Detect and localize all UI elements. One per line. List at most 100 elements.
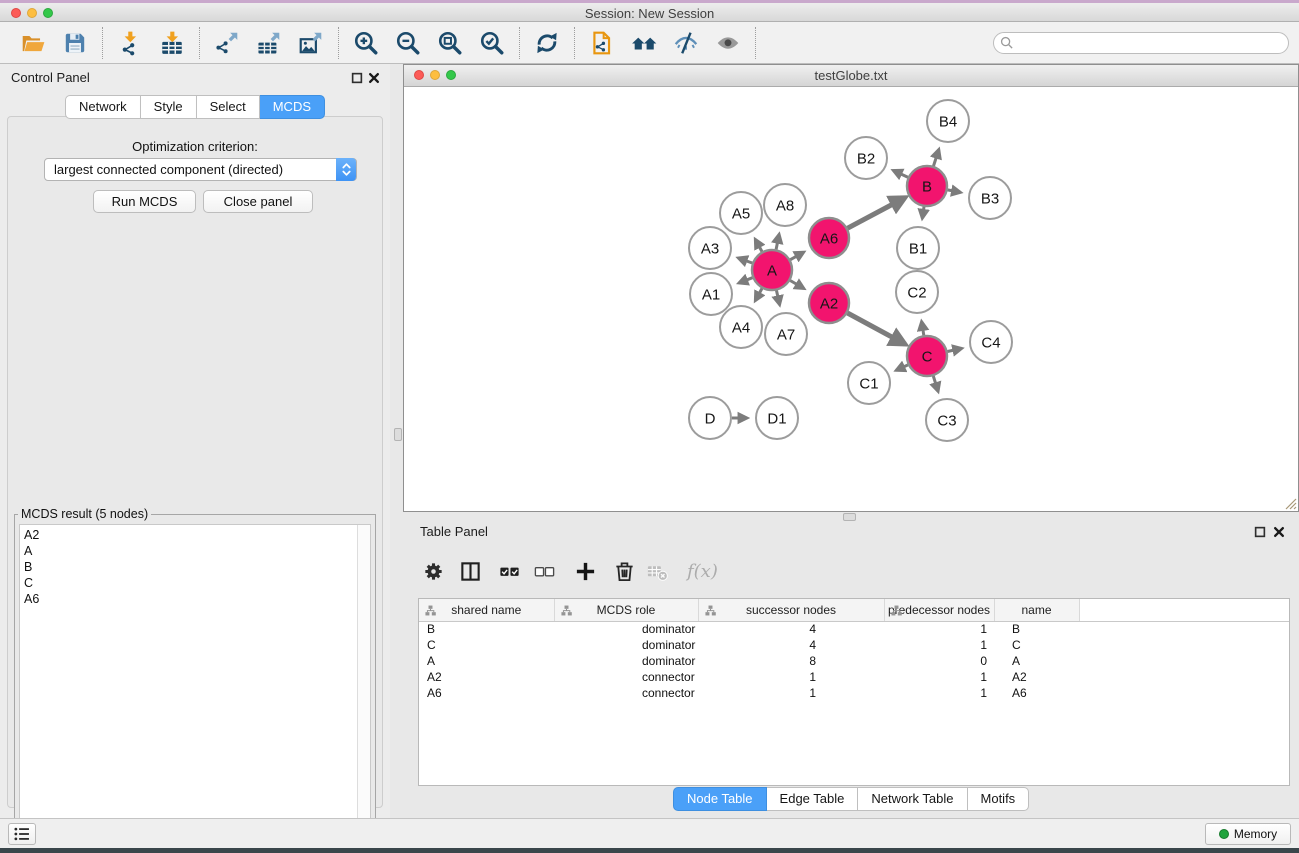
run-mcds-button[interactable]: Run MCDS: [93, 190, 196, 213]
search-input[interactable]: [993, 32, 1289, 54]
graph-node-B2[interactable]: B2: [845, 137, 887, 179]
cell-shared_name[interactable]: A2: [419, 669, 554, 685]
tab-mcds[interactable]: MCDS: [260, 95, 325, 119]
close-panel-button[interactable]: Close panel: [203, 190, 313, 213]
graph-edge-A-A7[interactable]: [777, 291, 780, 305]
graph-edge-A6-B[interactable]: [848, 198, 905, 229]
network-graph[interactable]: B4B2BB3A8A5A6B1A3AC2A1A2A4A7C4CC1C3DD1: [404, 87, 1298, 511]
export-image-button[interactable]: [295, 27, 327, 59]
cell-mcds_role[interactable]: dominator: [554, 637, 698, 653]
cell-successor_nodes[interactable]: 1: [698, 685, 884, 701]
column-header-predecessor-nodes[interactable]: predecessor nodes: [884, 599, 994, 621]
graph-edge-A-A1[interactable]: [739, 278, 753, 283]
cell-mcds_role[interactable]: dominator: [554, 653, 698, 669]
add-column-button[interactable]: [574, 560, 597, 583]
close-panel-icon[interactable]: [368, 72, 380, 84]
cell-mcds_role[interactable]: connector: [554, 669, 698, 685]
graph-edge-B-B4[interactable]: [934, 150, 939, 167]
graph-edge-A-A5[interactable]: [755, 239, 762, 251]
tab-style[interactable]: Style: [141, 95, 197, 119]
graph-node-C3[interactable]: C3: [926, 399, 968, 441]
graph-node-B[interactable]: B: [907, 166, 947, 206]
show-all-button[interactable]: [712, 27, 744, 59]
column-header-shared-name[interactable]: shared name: [419, 599, 554, 621]
graph-edge-A-A4[interactable]: [755, 288, 762, 300]
cell-predecessor_nodes[interactable]: 1: [884, 621, 994, 637]
cell-shared_name[interactable]: A6: [419, 685, 554, 701]
graph-node-A8[interactable]: A8: [764, 184, 806, 226]
table-row-B[interactable]: Bdominator41B: [419, 621, 1290, 637]
tab-node-table[interactable]: Node Table: [673, 787, 767, 811]
column-header-name[interactable]: name: [994, 599, 1079, 621]
graph-edge-C-C2[interactable]: [922, 322, 924, 336]
graph-node-B4[interactable]: B4: [927, 100, 969, 142]
cell-shared_name[interactable]: B: [419, 621, 554, 637]
cell-name[interactable]: C: [994, 637, 1079, 653]
graph-node-C[interactable]: C: [907, 336, 947, 376]
save-session-button[interactable]: [59, 27, 91, 59]
graph-node-D[interactable]: D: [689, 397, 731, 439]
vertical-splitter-grip[interactable]: [394, 428, 402, 441]
column-header-mcds-role[interactable]: MCDS role: [554, 599, 698, 621]
graph-node-A7[interactable]: A7: [765, 313, 807, 355]
deselect-all-rows-button[interactable]: [533, 560, 556, 583]
graph-node-A6[interactable]: A6: [809, 218, 849, 258]
export-table-button[interactable]: [253, 27, 285, 59]
cell-name[interactable]: A2: [994, 669, 1079, 685]
graph-node-D1[interactable]: D1: [756, 397, 798, 439]
cell-name[interactable]: A: [994, 653, 1079, 669]
cell-successor_nodes[interactable]: 4: [698, 621, 884, 637]
table-row-A6[interactable]: A6connector11A6: [419, 685, 1290, 701]
cell-predecessor_nodes[interactable]: 0: [884, 653, 994, 669]
import-network-button[interactable]: [114, 27, 146, 59]
close-panel-icon[interactable]: [1273, 526, 1285, 538]
zoom-fit-button[interactable]: [434, 27, 466, 59]
optimization-criterion-select[interactable]: largest connected component (directed): [44, 158, 357, 181]
mcds-result-item[interactable]: A6: [20, 591, 370, 607]
zoom-in-button[interactable]: [350, 27, 382, 59]
graph-node-A[interactable]: A: [752, 250, 792, 290]
cell-predecessor_nodes[interactable]: 1: [884, 669, 994, 685]
cell-successor_nodes[interactable]: 8: [698, 653, 884, 669]
graph-edge-A-A6[interactable]: [790, 252, 803, 260]
hide-selected-button[interactable]: [670, 27, 702, 59]
mcds-result-item[interactable]: B: [20, 559, 370, 575]
cell-successor_nodes[interactable]: 4: [698, 637, 884, 653]
graph-node-A4[interactable]: A4: [720, 306, 762, 348]
select-all-rows-button[interactable]: [498, 560, 521, 583]
cell-shared_name[interactable]: A: [419, 653, 554, 669]
graph-node-C2[interactable]: C2: [896, 271, 938, 313]
open-session-button[interactable]: [17, 27, 49, 59]
network-canvas[interactable]: B4B2BB3A8A5A6B1A3AC2A1A2A4A7C4CC1C3DD1: [404, 87, 1298, 511]
graph-edge-A2-C[interactable]: [848, 313, 906, 344]
column-layout-button[interactable]: [459, 560, 482, 583]
mcds-result-item[interactable]: A: [20, 543, 370, 559]
cell-predecessor_nodes[interactable]: 1: [884, 637, 994, 653]
table-row-A2[interactable]: A2connector11A2: [419, 669, 1290, 685]
float-panel-icon[interactable]: [351, 72, 363, 84]
graph-node-A5[interactable]: A5: [720, 192, 762, 234]
window-resize-grip[interactable]: [1283, 496, 1297, 510]
graph-node-C1[interactable]: C1: [848, 362, 890, 404]
zoom-out-button[interactable]: [392, 27, 424, 59]
mcds-result-scrollbar[interactable]: [357, 525, 370, 840]
graph-edge-C-C4[interactable]: [948, 348, 962, 351]
float-panel-icon[interactable]: [1254, 526, 1266, 538]
graph-edge-A-A8[interactable]: [776, 234, 779, 249]
tab-network[interactable]: Network: [65, 95, 141, 119]
memory-button[interactable]: Memory: [1205, 823, 1291, 845]
tab-edge-table[interactable]: Edge Table: [767, 787, 859, 811]
import-table-button[interactable]: [156, 27, 188, 59]
graph-edge-B-B3[interactable]: [948, 190, 961, 193]
mcds-result-item[interactable]: A2: [20, 527, 370, 543]
tab-network-table[interactable]: Network Table: [858, 787, 967, 811]
graph-node-C4[interactable]: C4: [970, 321, 1012, 363]
graph-node-A3[interactable]: A3: [689, 227, 731, 269]
column-header-successor-nodes[interactable]: successor nodes: [698, 599, 884, 621]
tab-motifs[interactable]: Motifs: [968, 787, 1030, 811]
graph-edge-C-C3[interactable]: [933, 376, 938, 391]
cell-name[interactable]: B: [994, 621, 1079, 637]
cell-name[interactable]: A6: [994, 685, 1079, 701]
graph-edge-C-C1[interactable]: [896, 365, 908, 370]
refresh-button[interactable]: [531, 27, 563, 59]
